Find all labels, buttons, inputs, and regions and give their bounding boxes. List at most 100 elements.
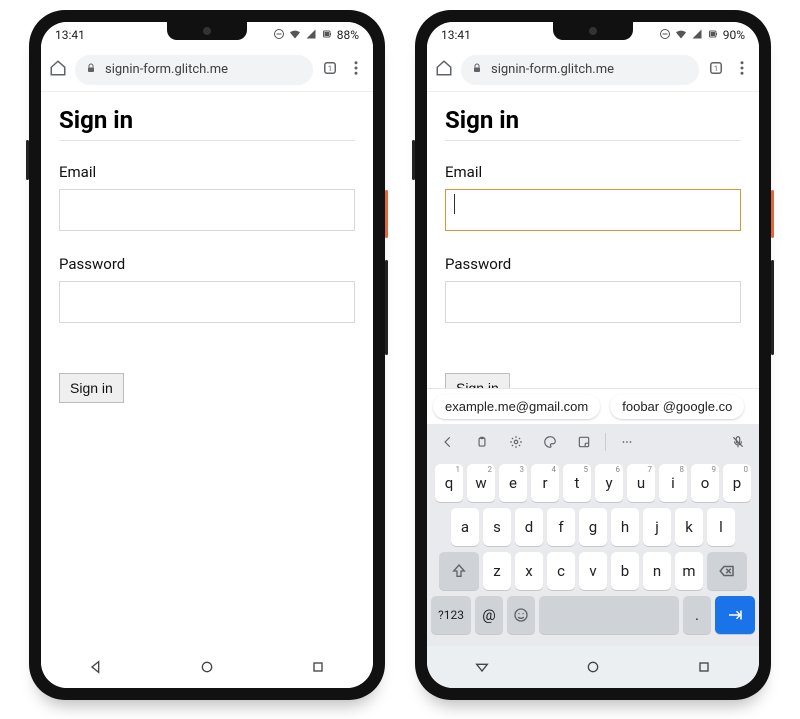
browser-toolbar: signin-form.glitch.me 1: [41, 48, 373, 92]
key-k[interactable]: k: [675, 508, 703, 546]
at-key[interactable]: @: [475, 596, 503, 634]
key-t[interactable]: t5: [563, 464, 591, 502]
menu-icon[interactable]: [733, 59, 751, 81]
phone-right: 13:41 90% signin-form.glitch.me 1: [415, 10, 771, 700]
more-icon[interactable]: [612, 428, 642, 456]
key-l[interactable]: l: [707, 508, 735, 546]
dnd-icon: [273, 28, 285, 43]
phone-left: 13:41 88% signin-form.glitch.me 1: [29, 10, 385, 700]
symbols-key[interactable]: ?123: [431, 596, 471, 634]
power-button[interactable]: [412, 140, 415, 180]
password-label: Password: [59, 255, 355, 273]
notch: [553, 22, 633, 40]
home-icon[interactable]: [49, 59, 67, 81]
back-icon[interactable]: [88, 659, 104, 675]
volume-button[interactable]: [385, 260, 388, 355]
clipboard-icon[interactable]: [467, 428, 497, 456]
key-x[interactable]: x: [515, 552, 543, 590]
tabs-icon[interactable]: 1: [707, 59, 725, 81]
svg-text:1: 1: [328, 64, 332, 73]
key-m[interactable]: m: [675, 552, 703, 590]
suggestion-chip[interactable]: example.me@gmail.com: [433, 394, 600, 419]
volume-button[interactable]: [771, 260, 774, 355]
key-i[interactable]: i8: [659, 464, 687, 502]
browser-toolbar: signin-form.glitch.me 1: [427, 48, 759, 92]
space-key[interactable]: [539, 596, 679, 634]
key-o[interactable]: o9: [691, 464, 719, 502]
email-field[interactable]: [59, 189, 355, 231]
recents-icon[interactable]: [310, 659, 326, 675]
sign-in-button[interactable]: Sign in: [59, 373, 124, 403]
key-w[interactable]: w2: [467, 464, 495, 502]
key-n[interactable]: n: [643, 552, 671, 590]
address-bar[interactable]: signin-form.glitch.me: [75, 55, 313, 85]
home-icon[interactable]: [435, 59, 453, 81]
key-h[interactable]: h: [611, 508, 639, 546]
status-time: 13:41: [55, 28, 85, 42]
password-field[interactable]: [59, 281, 355, 323]
key-p[interactable]: p0: [723, 464, 751, 502]
key-g[interactable]: g: [579, 508, 607, 546]
sticker-icon[interactable]: [569, 428, 599, 456]
backspace-key[interactable]: [707, 552, 747, 590]
chevron-left-icon[interactable]: [433, 428, 463, 456]
password-field[interactable]: [445, 281, 741, 323]
home-nav-icon[interactable]: [585, 659, 601, 675]
key-u[interactable]: u7: [627, 464, 655, 502]
key-c[interactable]: c: [547, 552, 575, 590]
power-button[interactable]: [26, 140, 29, 180]
shift-key[interactable]: [439, 552, 479, 590]
key-q[interactable]: q1: [435, 464, 463, 502]
key-e[interactable]: e3: [499, 464, 527, 502]
key-z[interactable]: z: [483, 552, 511, 590]
key-r[interactable]: r4: [531, 464, 559, 502]
mic-off-icon[interactable]: [723, 428, 753, 456]
status-icons: 88%: [273, 28, 359, 43]
period-key[interactable]: .: [683, 596, 711, 634]
key-a[interactable]: a: [451, 508, 479, 546]
status-icons: 90%: [659, 28, 745, 43]
suggestion-chip[interactable]: foobar @google.co: [610, 394, 744, 419]
keyboard-row-bottom: ?123 @ .: [431, 596, 755, 634]
key-v[interactable]: v: [579, 552, 607, 590]
email-field[interactable]: [445, 189, 741, 231]
wifi-icon: [675, 28, 687, 43]
page-content: Sign in Email Password Sign in: [41, 92, 373, 646]
side-button-accent[interactable]: [771, 190, 774, 238]
palette-icon[interactable]: [535, 428, 565, 456]
tabs-icon[interactable]: 1: [321, 59, 339, 81]
recents-icon[interactable]: [696, 659, 712, 675]
page-title: Sign in: [445, 106, 741, 141]
screen: 13:41 90% signin-form.glitch.me 1: [427, 22, 759, 688]
home-nav-icon[interactable]: [199, 659, 215, 675]
key-y[interactable]: y6: [595, 464, 623, 502]
emoji-key[interactable]: [507, 596, 535, 634]
enter-key[interactable]: [715, 596, 755, 634]
keyboard-row-2: asdfghjkl: [431, 508, 755, 546]
dnd-icon: [659, 28, 671, 43]
key-s[interactable]: s: [483, 508, 511, 546]
key-j[interactable]: j: [643, 508, 671, 546]
menu-icon[interactable]: [347, 59, 365, 81]
status-time: 13:41: [441, 28, 471, 42]
notch: [167, 22, 247, 40]
keyboard-row-3: zxcvbnm: [431, 552, 755, 590]
system-nav-bar: [427, 646, 759, 688]
system-nav-bar: [41, 646, 373, 688]
key-b[interactable]: b: [611, 552, 639, 590]
text-caret: [454, 194, 455, 214]
back-icon[interactable]: [474, 659, 490, 675]
battery-percent: 90%: [723, 28, 745, 42]
gear-icon[interactable]: [501, 428, 531, 456]
side-button-accent[interactable]: [385, 190, 388, 238]
key-d[interactable]: d: [515, 508, 543, 546]
screen: 13:41 88% signin-form.glitch.me 1: [41, 22, 373, 688]
address-bar[interactable]: signin-form.glitch.me: [461, 55, 699, 85]
url-text: signin-form.glitch.me: [491, 62, 614, 77]
lock-icon: [85, 62, 97, 78]
email-label: Email: [445, 163, 741, 181]
key-f[interactable]: f: [547, 508, 575, 546]
battery-icon: [707, 28, 719, 43]
battery-percent: 88%: [337, 28, 359, 42]
keyboard-toolbar: [427, 424, 759, 460]
